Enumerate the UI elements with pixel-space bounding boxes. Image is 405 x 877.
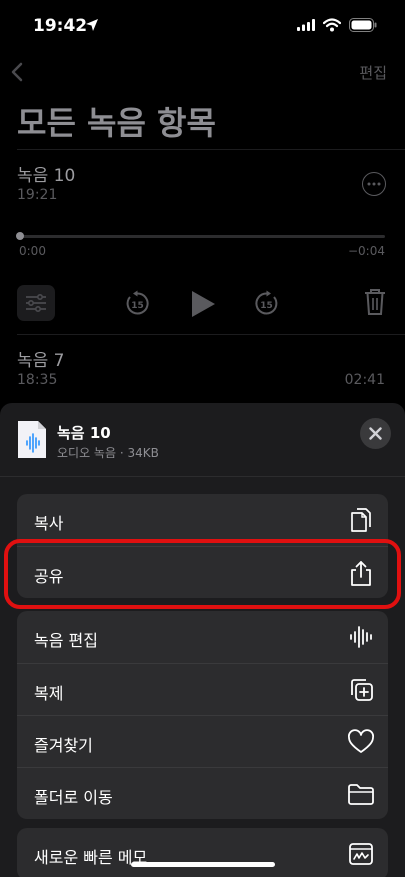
sheet-file-subtitle: 오디오 녹음 · 34KB [57,446,159,460]
recording-title: 녹음 7 [17,351,65,371]
status-time: 19:42 [33,16,88,36]
status-bar: 19:42 [0,0,405,54]
back-chevron-icon[interactable] [10,62,24,82]
settings-sliders-icon[interactable] [17,285,55,321]
elapsed-time: 0:00 [19,244,46,258]
sheet-file-title: 녹음 10 [57,424,111,442]
heart-icon [348,729,374,753]
home-indicator[interactable] [131,862,275,867]
copy-icon [351,508,371,532]
duplicate-icon [351,679,373,701]
recording-date: 18:35 [17,372,58,388]
action-group-3: 새로운 빠른 메모 [17,828,388,877]
skip-back-seconds: 15 [131,301,144,311]
remaining-time: −0:04 [347,244,385,258]
location-arrow-icon [86,19,98,31]
playback-scrubber[interactable] [19,235,385,238]
favorite-menu-item[interactable]: 즐겨찾기 [17,715,388,767]
cellular-signal-icon [297,19,315,31]
skip-back-15-icon[interactable]: 15 [124,290,151,317]
wifi-icon [323,18,341,32]
audio-file-icon [18,421,46,458]
highlight-annotation [4,539,401,609]
recording-date: 19:21 [17,187,58,203]
trash-icon[interactable] [364,288,386,316]
page-title: 모든 녹음 항목 [17,104,216,142]
recording-title: 녹음 10 [17,166,76,186]
ellipsis-icon [367,182,381,186]
play-icon[interactable] [190,289,217,319]
edit-recording-label: 녹음 편집 [34,631,98,650]
close-icon [369,427,382,440]
move-to-folder-menu-item[interactable]: 폴더로 이동 [17,767,388,819]
sheet-divider [0,476,405,477]
divider [17,149,405,150]
more-options-button[interactable] [362,172,386,196]
duplicate-label: 복제 [34,684,64,703]
edit-recording-menu-item[interactable]: 녹음 편집 [17,611,388,663]
waveform-icon [350,626,372,648]
close-button[interactable] [360,418,391,449]
folder-icon [348,784,374,805]
duplicate-menu-item[interactable]: 복제 [17,663,388,715]
edit-button[interactable]: 편집 [359,62,387,83]
move-to-folder-label: 폴더로 이동 [34,788,113,807]
skip-forward-seconds: 15 [260,301,273,311]
action-group-2: 녹음 편집 복제 즐겨찾기 폴더로 이동 [17,611,388,819]
favorite-label: 즐겨찾기 [34,736,93,755]
battery-icon [349,18,377,32]
copy-label: 복사 [34,514,64,533]
new-quick-note-menu-item[interactable]: 새로운 빠른 메모 [17,828,388,877]
divider [17,334,405,335]
recording-duration: 02:41 [344,372,385,388]
scrubber-knob[interactable] [16,232,24,240]
skip-forward-15-icon[interactable]: 15 [253,290,280,317]
quick-note-icon [349,843,373,865]
